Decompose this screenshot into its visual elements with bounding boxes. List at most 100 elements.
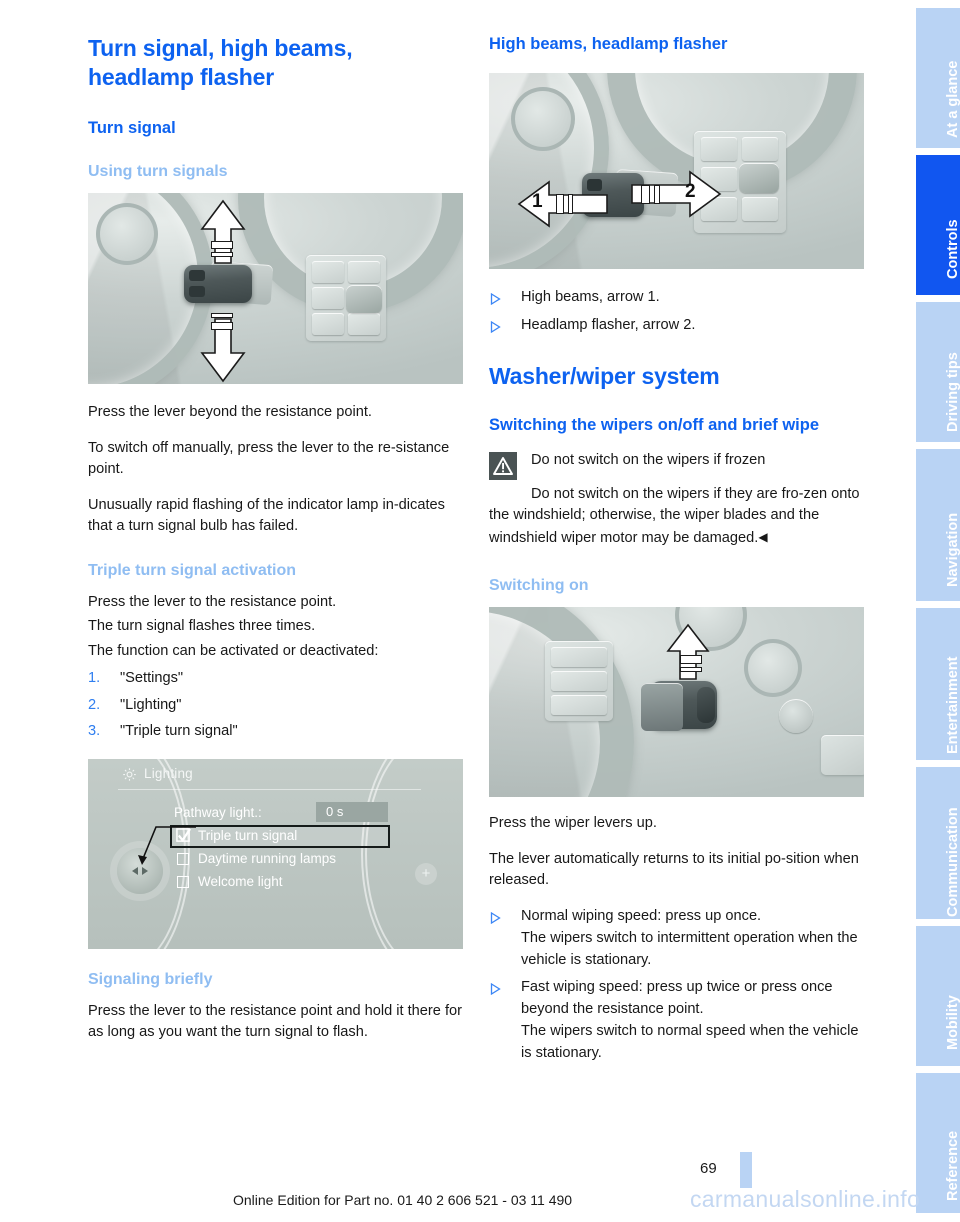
arrow-up-notch-1 [680, 655, 702, 664]
arrow-right-notch-1 [641, 185, 650, 204]
panel-button-2 [348, 261, 380, 283]
panel-button-1 [701, 137, 737, 161]
start-stop-button [779, 699, 813, 733]
subheading-triple-turn-signal: Triple turn signal activation [88, 561, 297, 579]
panel-button-2 [742, 137, 778, 161]
idrive-row-label-triple[interactable]: Triple turn signal [198, 828, 297, 843]
sidebar-tab-label: Communication [945, 807, 960, 917]
bullet-continuation: The wipers switch to intermittent operat… [521, 930, 858, 968]
manual-page: Turn signal, high beams, headlamp flashe… [0, 0, 960, 1222]
instrument-gauge [96, 203, 158, 265]
step-item-1: 1. "Settings" [88, 668, 463, 690]
sidebar-tab-entertainment[interactable]: Entertainment [916, 608, 960, 760]
step-number: 2. [88, 696, 101, 713]
idrive-row-label-welcome[interactable]: Welcome light [198, 874, 283, 889]
figure-label-2: 2 [685, 181, 696, 202]
arrow-up-icon [200, 199, 246, 264]
wheel-button-1 [551, 647, 607, 667]
bezel-arc-right-inner [365, 758, 463, 949]
idrive-row-value-pathway[interactable]: 0 s [316, 801, 388, 822]
watermark-clip: carmanualsonline.info [0, 1180, 960, 1222]
bullet-text: High beams, arrow 1. [521, 289, 660, 305]
idrive-menu-title: Lighting [144, 765, 193, 781]
step-label: "Settings" [120, 670, 184, 686]
page-title: Turn signal, high beams, headlamp flashe… [88, 35, 353, 90]
left-column: Turn signal, high beams, headlamp flashe… [88, 34, 463, 1058]
section-heading-washer-wiper: Washer/wiper system [489, 363, 720, 389]
figure-label-1: 1 [532, 191, 543, 212]
arrow-right-notch-2 [654, 185, 660, 204]
sidebar-tab-controls[interactable]: Controls [916, 155, 960, 295]
arrow-up-notch-1 [211, 241, 233, 249]
warning-text-body: Do not switch on the wipers if they are … [489, 485, 860, 546]
figure-wiper-lever [489, 607, 864, 797]
subheading-high-beams: High beams, headlamp flasher [489, 35, 728, 53]
idrive-plus-button[interactable]: + [415, 862, 437, 885]
paragraph-lever-returns: The lever automatically returns to its i… [489, 850, 859, 889]
bullet-item: High beams, arrow 1. [489, 287, 864, 309]
instrument-gauge [744, 639, 802, 697]
sidebar-tab-label: Mobility [945, 995, 960, 1050]
bullet-text: Headlamp flasher, arrow 2. [521, 316, 696, 333]
triangle-bullet-icon [490, 293, 501, 305]
arrow-down-notch-2 [211, 322, 233, 330]
gear-icon [123, 767, 136, 781]
arrow-up-notch-2 [211, 252, 233, 257]
step-number: 1. [88, 670, 101, 686]
sidebar-tab-label: At a glance [945, 60, 960, 138]
paragraph-signaling-briefly: Press the lever to the resistance point … [88, 1002, 462, 1041]
headlight-rotary-knob [346, 285, 382, 313]
panel-button-4 [312, 313, 344, 335]
checkbox-unchecked-icon-welcome[interactable] [177, 875, 189, 888]
step-item-2: 2. "Lighting" [88, 695, 463, 717]
paragraph-press-lever-beyond: Press the lever beyond the resistance po… [88, 404, 372, 420]
triangle-bullet-icon [490, 911, 501, 924]
figure-high-beam-lever: 1 2 [489, 73, 864, 269]
idrive-title-divider [118, 788, 421, 790]
subheading-switching-on: Switching on [489, 577, 589, 594]
headlight-rotary-knob [739, 163, 779, 193]
site-watermark: carmanualsonline.info [690, 1186, 921, 1212]
arrow-up-icon [666, 623, 710, 680]
bullet-item: Normal wiping speed: press up once. The … [489, 906, 864, 972]
bullet-item: Fast wiping speed: press up twice or pre… [489, 977, 864, 1064]
wiper-lever-light [641, 683, 683, 731]
triangle-bullet-icon [490, 983, 501, 995]
arrow-left-notch-2 [568, 194, 573, 214]
step-label: "Triple turn signal" [120, 723, 238, 739]
sidebar-tab-at-a-glance[interactable]: At a glance [916, 8, 960, 148]
arrow-down-notch-1 [211, 313, 233, 318]
idrive-row-label-daytime[interactable]: Daytime running lamps [198, 851, 336, 866]
figure-turn-signal-lever [88, 193, 463, 384]
sidebar-tab-driving-tips[interactable]: Driving tips [916, 302, 960, 442]
bullet-continuation: The wipers switch to normal speed when t… [521, 1023, 859, 1061]
warning-glyph [493, 457, 513, 475]
idrive-row-label-pathway: Pathway light.: [174, 804, 262, 820]
wiper-lever-end-cap [697, 687, 715, 723]
step-number: 3. [88, 723, 101, 739]
bullet-text: Fast wiping speed: press up twice or pre… [521, 979, 833, 1017]
paragraph-press-lever-resistance: Press the lever to the resistance point. [88, 593, 337, 610]
dash-vent [821, 735, 864, 775]
sidebar-tab-label: Controls [945, 219, 960, 279]
figure-idrive-lighting-menu: Lighting Pathway light.: 0 s Triple turn… [88, 758, 463, 949]
sidebar-tab-navigation[interactable]: Navigation [916, 449, 960, 601]
wheel-button-3 [551, 695, 607, 715]
step-label: "Lighting" [120, 696, 182, 713]
warning-block: Do not switch on the wipers if frozen Do… [489, 450, 864, 549]
paragraph-rapid-flashing: Unusually rapid flashing of the indicato… [88, 496, 445, 535]
idrive-leader-line [138, 825, 196, 865]
panel-button-5 [742, 197, 778, 221]
sidebar-tab-communication[interactable]: Communication [916, 767, 960, 919]
chapter-tab-sidebar: At a glance Controls Driving tips Naviga… [898, 0, 960, 1222]
sidebar-tab-mobility[interactable]: Mobility [916, 926, 960, 1066]
bullet-list-high-beams: High beams, arrow 1. Headlamp flasher, a… [489, 287, 864, 336]
bullet-item: Headlamp flasher, arrow 2. [489, 315, 864, 337]
warning-headline: Do not switch on the wipers if frozen [531, 452, 766, 468]
subheading-using-turn-signals: Using turn signals [88, 163, 228, 180]
bullet-list-wiping-speeds: Normal wiping speed: press up once. The … [489, 906, 864, 1065]
warning-end-marker: ◀ [758, 529, 768, 544]
arrow-left-notch-1 [556, 194, 564, 214]
panel-button-5 [348, 313, 380, 335]
step-item-3: 3. "Triple turn signal" [88, 721, 463, 743]
